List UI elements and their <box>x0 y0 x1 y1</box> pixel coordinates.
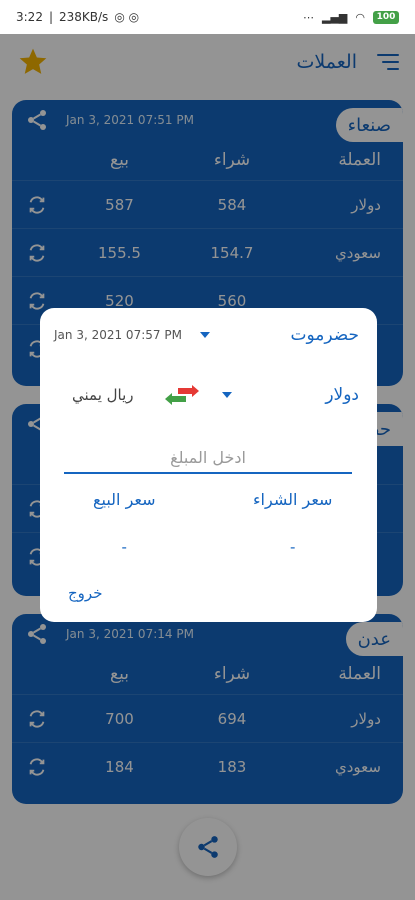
source-currency-select[interactable]: دولار <box>325 385 359 405</box>
notification-icon: ◎ ◎ <box>114 10 140 24</box>
status-speed: 238KB/s <box>59 10 109 24</box>
sell-price-label: سعر البيع <box>92 490 156 509</box>
target-currency: ريال يمني <box>72 386 134 404</box>
signal-icon: ▂▄▆ <box>322 10 348 24</box>
exit-button[interactable]: خروج <box>68 584 102 602</box>
buy-price-value: - <box>290 538 296 556</box>
dialog-timestamp: Jan 3, 2021 07:57 PM <box>54 328 182 342</box>
region-select[interactable]: حضرموت <box>290 325 359 345</box>
amount-input[interactable] <box>64 442 352 474</box>
status-bar: 3:22 | 238KB/s ◎ ◎ ⋯ ▂▄▆ ◠ 100 <box>0 0 415 34</box>
converter-dialog: Jan 3, 2021 07:57 PM حضرموت ريال يمني دو… <box>40 308 377 622</box>
swap-arrows-icon[interactable] <box>164 384 200 406</box>
timestamp-dropdown-icon[interactable] <box>199 332 210 338</box>
status-time: 3:22 <box>16 10 43 24</box>
buy-price-label: سعر الشراء <box>253 490 333 509</box>
sell-price-value: - <box>121 538 127 556</box>
battery-icon: 100 <box>373 10 399 24</box>
wifi-icon: ◠ <box>355 10 365 24</box>
more-icon: ⋯ <box>303 10 314 24</box>
currency-dropdown-icon[interactable] <box>221 392 232 398</box>
